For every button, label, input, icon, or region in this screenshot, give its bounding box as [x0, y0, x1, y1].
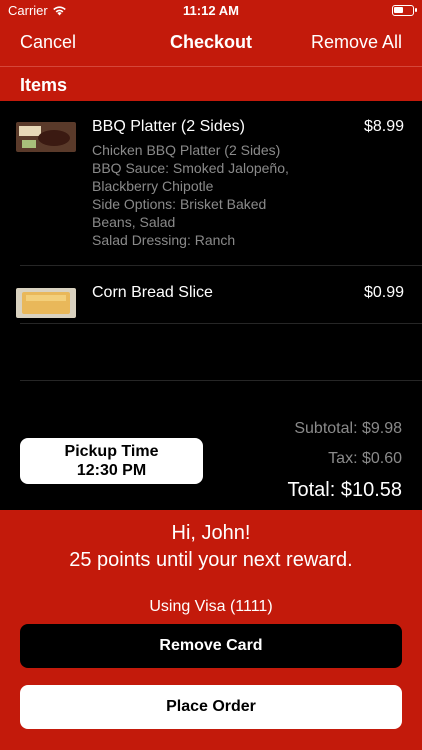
items-header-label: Items: [20, 75, 68, 95]
item-option: Chicken BBQ Platter (2 Sides): [92, 142, 281, 158]
cart-items-list[interactable]: BBQ Platter (2 Sides) $8.99 Chicken BBQ …: [0, 100, 422, 410]
item-name: BBQ Platter (2 Sides): [92, 118, 245, 135]
item-option: Side Options: Brisket Baked: [92, 196, 267, 212]
navigation-bar: Cancel Checkout Remove All: [0, 22, 422, 66]
cart-item-bbq-platter[interactable]: BBQ Platter (2 Sides) $8.99 Chicken BBQ …: [0, 100, 422, 265]
pickup-time-label: Pickup Time: [64, 443, 159, 460]
place-order-button[interactable]: Place Order: [20, 685, 402, 729]
tax-label: Tax: $0.60: [328, 450, 402, 468]
status-time: 11:12 AM: [183, 3, 239, 18]
item-price: $8.99: [363, 118, 404, 135]
row-divider: [20, 380, 422, 381]
total-label: Total: $10.58: [287, 479, 402, 502]
tax-value: Tax: $0.60: [328, 450, 402, 467]
points-text: 25 points until your next reward.: [69, 549, 353, 571]
total-value: Total: $10.58: [287, 479, 402, 501]
items-section-header: Items: [0, 66, 422, 101]
item-price: $0.99: [363, 284, 404, 301]
payment-method-label: Using Visa (1111): [149, 598, 273, 615]
remove-all-button[interactable]: Remove All: [311, 32, 402, 53]
item-option: Blackberry Chipotle: [92, 178, 214, 194]
battery-icon: [392, 5, 417, 16]
remove-card-button[interactable]: Remove Card: [20, 624, 402, 668]
pickup-time-button[interactable]: Pickup Time 12:30 PM: [20, 438, 203, 484]
subtotal-label: Subtotal: $9.98: [294, 420, 402, 438]
item-option: BBQ Sauce: Smoked Jalopeño,: [92, 160, 289, 176]
corn-bread-photo-icon: [16, 288, 76, 318]
rewards-message: Hi, John! 25 points until your next rewa…: [0, 520, 422, 574]
item-option: Beans, Salad: [92, 214, 176, 230]
cancel-button[interactable]: Cancel: [20, 32, 76, 53]
pickup-time-value: 12:30 PM: [76, 462, 147, 479]
item-options: Chicken BBQ Platter (2 Sides) BBQ Sauce:…: [92, 141, 322, 249]
cart-item-corn-bread[interactable]: Corn Bread Slice $0.99: [0, 266, 422, 323]
bbq-platter-photo-icon: [16, 122, 76, 152]
item-option: Salad Dressing: Ranch: [92, 232, 236, 248]
subtotal-value: Subtotal: $9.98: [294, 420, 402, 437]
status-bar: Carrier 11:12 AM: [0, 0, 422, 22]
greeting-text: Hi, John!: [171, 522, 251, 544]
item-name: Corn Bread Slice: [92, 284, 213, 301]
row-divider: [20, 323, 422, 324]
